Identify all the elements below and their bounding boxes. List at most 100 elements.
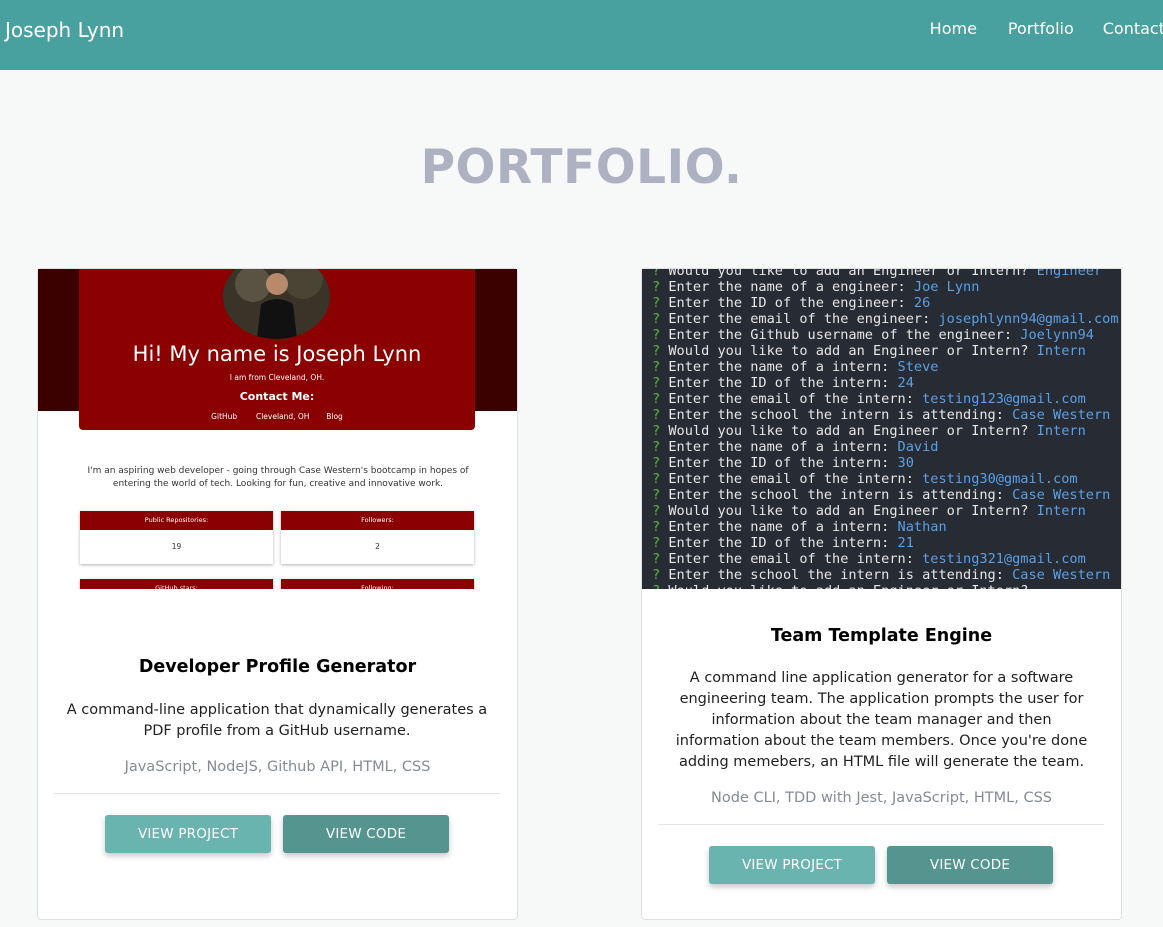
project-thumbnail: Hi! My name is Joseph Lynn I am from Cle… [38, 269, 517, 589]
prompt-answer: 24 [897, 375, 914, 391]
prompt-answer: Steve [897, 359, 939, 375]
prompt-question: Enter the school the intern is attending… [668, 567, 1013, 583]
prompt-question: Enter the Github username of the enginee… [668, 327, 1021, 343]
prompt-marker: ? [652, 567, 669, 583]
stat-box: GitHub stars: [80, 579, 273, 589]
prompt-answer: Joelynn94 [1020, 327, 1094, 343]
terminal-line: ? Enter the email of the intern: testing… [652, 391, 1119, 407]
prompt-question: Would you like to add an Engineer or Int… [668, 583, 1036, 589]
prompt-answer: 26 [913, 295, 931, 311]
prompt-question: Enter the email of the intern: [668, 391, 923, 407]
prompt-marker: ? [652, 503, 669, 519]
prompt-question: Would you like to add an Engineer or Int… [668, 423, 1037, 439]
navbar: Joseph Lynn Home Portfolio Contact [0, 0, 1163, 70]
prompt-question: Enter the name of a intern: [668, 439, 898, 455]
prompt-question: Enter the email of the engineer: [668, 311, 939, 327]
view-code-button[interactable]: VIEW CODE [283, 815, 449, 853]
prompt-question: Enter the school the intern is attending… [668, 407, 1013, 423]
terminal-line: ? Would you like to add an Engineer or I… [652, 583, 1119, 589]
terminal-line: ? Enter the Github username of the engin… [652, 327, 1119, 343]
terminal-line: ? Enter the name of a intern: David [652, 439, 1119, 455]
nav-link-contact[interactable]: Contact [1103, 19, 1163, 38]
project-card: Hi! My name is Joseph Lynn I am from Cle… [37, 268, 518, 920]
prompt-question: Enter the name of a intern: [668, 519, 898, 535]
terminal-line: ? Enter the school the intern is attendi… [652, 487, 1119, 503]
prompt-marker: ? [652, 551, 669, 567]
terminal-line: ? Enter the email of the engineer: josep… [652, 311, 1119, 327]
nav-links: Home Portfolio Contact [930, 19, 1163, 38]
view-project-button[interactable]: VIEW PROJECT [709, 846, 875, 884]
terminal-line: ? Enter the school the intern is attendi… [652, 567, 1119, 583]
prompt-marker: ? [652, 343, 669, 359]
project-card: ? Would you like to add an Engineer or I… [641, 268, 1122, 920]
terminal-line: ? Enter the school the intern is attendi… [652, 407, 1119, 423]
project-description: A command-line application that dynamica… [66, 702, 488, 739]
terminal-screenshot: ? Would you like to add an Engineer or I… [642, 269, 1121, 589]
thumbnail-heading: Hi! My name is Joseph Lynn [132, 342, 422, 366]
terminal-line: ? Enter the name of a intern: Nathan [652, 519, 1119, 535]
prompt-question: Would you like to add an Engineer or Int… [668, 503, 1037, 519]
project-title: Team Template Engine [770, 626, 993, 646]
thumbnail-contact-heading: Contact Me: [239, 390, 315, 403]
stat-value: 2 [375, 542, 380, 551]
thumbnail-location: I am from Cleveland, OH. [229, 373, 325, 382]
prompt-marker: ? [652, 375, 669, 391]
prompt-question: Enter the email of the intern: [668, 471, 923, 487]
terminal-line: ? Would you like to add an Engineer or I… [652, 343, 1119, 359]
prompt-marker: ? [652, 295, 669, 311]
prompt-question: Would you like to add an Engineer or Int… [668, 343, 1037, 359]
prompt-answer: Intern [1036, 343, 1086, 359]
prompt-question: Enter the school the intern is attending… [668, 487, 1013, 503]
prompt-marker: ? [652, 439, 669, 455]
prompt-marker: ? [652, 471, 669, 487]
prompt-marker: ? [652, 327, 669, 343]
prompt-answer: Case Western [1012, 567, 1111, 583]
prompt-marker: ? [652, 359, 669, 375]
prompt-answer: 21 [897, 535, 914, 551]
terminal-line: ? Enter the ID of the engineer: 26 [652, 295, 1119, 311]
terminal-line: ? Enter the email of the intern: testing… [652, 551, 1119, 567]
prompt-answer: testing30@gmail.com [922, 471, 1078, 487]
prompt-answer: Joe Lynn [913, 279, 980, 295]
prompt-marker: ? [652, 407, 669, 423]
thumbnail-link-location: Cleveland, OH [255, 412, 310, 421]
prompt-question: Enter the ID of the engineer: [668, 295, 914, 311]
stat-label: GitHub stars: [80, 579, 273, 589]
stat-value: 19 [171, 542, 182, 551]
nav-link-portfolio[interactable]: Portfolio [1008, 19, 1074, 38]
prompt-marker: ? [652, 455, 669, 471]
project-technologies: Node CLI, TDD with Jest, JavaScript, HTM… [711, 790, 1052, 806]
brand-name[interactable]: Joseph Lynn [5, 18, 124, 42]
prompt-answer: 30 [897, 455, 914, 471]
terminal-line: ? Would you like to add an Engineer or I… [652, 503, 1119, 519]
thumbnail-contact-links: GitHub Cleveland, OH Blog [79, 412, 475, 421]
prompt-question: Would you like to add an Engineer or Int… [668, 269, 1037, 279]
prompt-answer: David [897, 439, 939, 455]
stat-box: Public Repositories: 19 [80, 511, 273, 564]
nav-link-home[interactable]: Home [930, 19, 977, 38]
prompt-answer: Case Western [1012, 487, 1111, 503]
prompt-marker: ? [652, 487, 669, 503]
prompt-question: Enter the ID of the intern: [668, 455, 898, 471]
prompt-marker: ? [652, 279, 669, 295]
terminal-line: ? Would you like to add an Engineer or I… [652, 423, 1119, 439]
project-description: A command line application generator for… [675, 670, 1088, 770]
prompt-answer: Nathan [897, 519, 947, 535]
prompt-marker: ? [652, 535, 669, 551]
card-divider [54, 793, 500, 794]
prompt-answer: testing123@gmail.com [922, 391, 1086, 407]
prompt-answer: Case Western [1012, 407, 1111, 423]
view-project-button[interactable]: VIEW PROJECT [105, 815, 271, 853]
stat-label: Following: [281, 579, 474, 589]
view-code-button[interactable]: VIEW CODE [887, 846, 1053, 884]
project-technologies: JavaScript, NodeJS, Github API, HTML, CS… [124, 759, 431, 775]
terminal-line: ? Enter the ID of the intern: 30 [652, 455, 1119, 471]
prompt-answer: josephlynn94@gmail.com [938, 311, 1119, 327]
stat-box: Followers: 2 [281, 511, 474, 564]
page-title: PORTFOLIO. [420, 140, 743, 195]
prompt-marker: ? [652, 519, 669, 535]
thumbnail-link-blog: Blog [326, 412, 343, 421]
project-thumbnail: ? Would you like to add an Engineer or I… [642, 269, 1121, 589]
prompt-marker: ? [652, 311, 669, 327]
prompt-answer: testing321@gmail.com [922, 551, 1086, 567]
